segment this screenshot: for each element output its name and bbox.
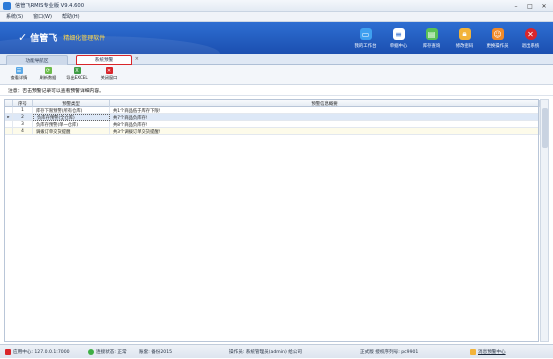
monitor-icon: ▭ — [359, 28, 372, 40]
my-workbench-button[interactable]: ▭ 我的工作台 — [351, 26, 380, 52]
cell-type: 调拨订单交货提醒 — [33, 128, 110, 135]
table-row[interactable]: 1 库存下限预警(所有仓库) 共1个商品低于库存下限! — [5, 107, 540, 114]
menu-bar: 系统(S) 窗口(W) 帮助(H) — [0, 12, 553, 22]
inventory-icon: ▤ — [425, 28, 438, 40]
app-icon — [3, 1, 11, 10]
status-server: 应用中心: 127.0.0.1:7000 — [5, 345, 70, 359]
refresh-data-button[interactable]: ⟳ 刷新数据 — [35, 67, 61, 83]
cell-summary: 共7个商品负库存! — [110, 114, 540, 121]
document-center-button[interactable]: ≡ 单据中心 — [384, 26, 413, 52]
minimize-button[interactable]: – — [511, 2, 521, 10]
close-button[interactable]: ✕ — [539, 2, 549, 10]
bell-icon — [470, 349, 476, 355]
documents-icon: ≡ — [392, 28, 405, 40]
vertical-scrollbar[interactable] — [540, 99, 549, 342]
cell-summary: 共8个商品负库存! — [110, 121, 540, 128]
refresh-icon: ⟳ — [44, 67, 52, 74]
hint-note: 注意：否击预警记录可以查看预警详细内容。 — [0, 85, 553, 96]
view-details-button[interactable]: ☰ 查看详情 — [6, 67, 32, 83]
warning-center-button[interactable]: 消息预警中心 — [470, 345, 506, 359]
row-pointer-icon: ▸ — [5, 114, 13, 121]
table-row[interactable]: 4 调拨订单交货提醒 共3个调拨订单交货提醒! — [5, 128, 540, 135]
cell-type: 库存下限预警(所有仓库) — [33, 107, 110, 114]
cell-no: 2 — [13, 114, 33, 121]
scrollbar-thumb[interactable] — [542, 108, 548, 148]
cell-type: 负库存预警(单一仓库) — [33, 121, 110, 128]
cell-no: 3 — [13, 121, 33, 128]
maximize-button[interactable]: □ — [525, 2, 535, 10]
close-window-button[interactable]: ✕ 关闭窗口 — [96, 67, 122, 83]
cell-summary: 共3个调拨订单交货提醒! — [110, 128, 540, 135]
column-header-no[interactable]: 序号 — [13, 100, 33, 107]
close-window-icon: ✕ — [105, 67, 113, 74]
header-banner: ✓ 信管飞 精细化管理软件 ▭ 我的工作台 ≡ 单据中心 ▤ 库存查询 🔒︎ 修… — [0, 22, 553, 54]
tab-function-navigation[interactable]: 功能导航区 — [6, 55, 68, 65]
connection-ok-icon — [88, 349, 94, 355]
tab-close-icon[interactable]: × — [135, 56, 139, 62]
window-title: 信管飞RMIS专业版 V9.4.600 — [15, 3, 85, 9]
menu-system[interactable]: 系统(S) — [6, 13, 23, 20]
brand-name: 信管飞 — [30, 34, 58, 44]
tab-system-warning[interactable]: 系统预警 × — [76, 55, 139, 65]
server-icon — [5, 349, 11, 355]
grid-header: 序号 预警类型 预警信息概要 — [5, 100, 540, 107]
export-excel-button[interactable]: X 导出EXCEL — [64, 67, 90, 83]
menu-help[interactable]: 帮助(H) — [62, 13, 80, 20]
table-row[interactable]: 3 负库存预警(单一仓库) 共8个商品负库存! — [5, 121, 540, 128]
user-icon: ☺ — [491, 28, 504, 40]
logo-mark-icon: ✓ — [18, 31, 28, 44]
excel-icon: X — [73, 67, 81, 74]
status-bar: 应用中心: 127.0.0.1:7000 连接状态: 正常 账套: 备份2015… — [0, 344, 553, 358]
change-password-button[interactable]: 🔒︎ 修改密码 — [450, 26, 479, 52]
quick-tools: ▭ 我的工作台 ≡ 单据中心 ▤ 库存查询 🔒︎ 修改密码 ☺ 更换操作员 ✕ … — [351, 26, 545, 52]
row-indicator — [5, 128, 13, 135]
menu-window[interactable]: 窗口(W) — [33, 13, 52, 20]
column-header-type[interactable]: 预警类型 — [33, 100, 110, 107]
inventory-query-button[interactable]: ▤ 库存查询 — [417, 26, 446, 52]
cell-no: 4 — [13, 128, 33, 135]
cell-type: 负库存预警(全仓库) — [33, 114, 110, 121]
tab-bar: 功能导航区 系统预警 × — [0, 54, 553, 65]
table-row-selected[interactable]: ▸ 2 负库存预警(全仓库) 共7个商品负库存! — [5, 114, 540, 121]
exit-system-button[interactable]: ✕ 退出系统 — [516, 26, 545, 52]
exit-icon: ✕ — [524, 28, 537, 40]
status-operator: 操作员: 系统管理员(admin) 给公司 — [229, 350, 302, 355]
details-icon: ☰ — [15, 67, 23, 74]
row-indicator-header — [5, 100, 13, 107]
row-indicator — [5, 121, 13, 128]
cell-summary: 共1个商品低于库存下限! — [110, 107, 540, 114]
lock-icon: 🔒︎ — [458, 28, 471, 40]
toolbar: ☰ 查看详情 ⟳ 刷新数据 X 导出EXCEL ✕ 关闭窗口 — [0, 65, 553, 85]
title-bar: 信管飞RMIS专业版 V9.4.600 – □ ✕ — [0, 0, 553, 12]
warning-grid: 序号 预警类型 预警信息概要 1 库存下限预警(所有仓库) 共1个商品低于库存下… — [4, 99, 540, 342]
column-header-summary[interactable]: 预警信息概要 — [110, 100, 540, 107]
brand-slogan: 精细化管理软件 — [63, 35, 106, 42]
status-account: 账套: 备份2015 — [139, 350, 173, 355]
status-connection: 连接状态: 正常 — [88, 345, 127, 359]
logo: ✓ 信管飞 精细化管理软件 — [18, 31, 105, 44]
status-version: 正式版 授权序列号: pc9901 — [360, 350, 419, 355]
cell-no: 1 — [13, 107, 33, 114]
row-indicator — [5, 107, 13, 114]
switch-operator-button[interactable]: ☺ 更换操作员 — [483, 26, 512, 52]
